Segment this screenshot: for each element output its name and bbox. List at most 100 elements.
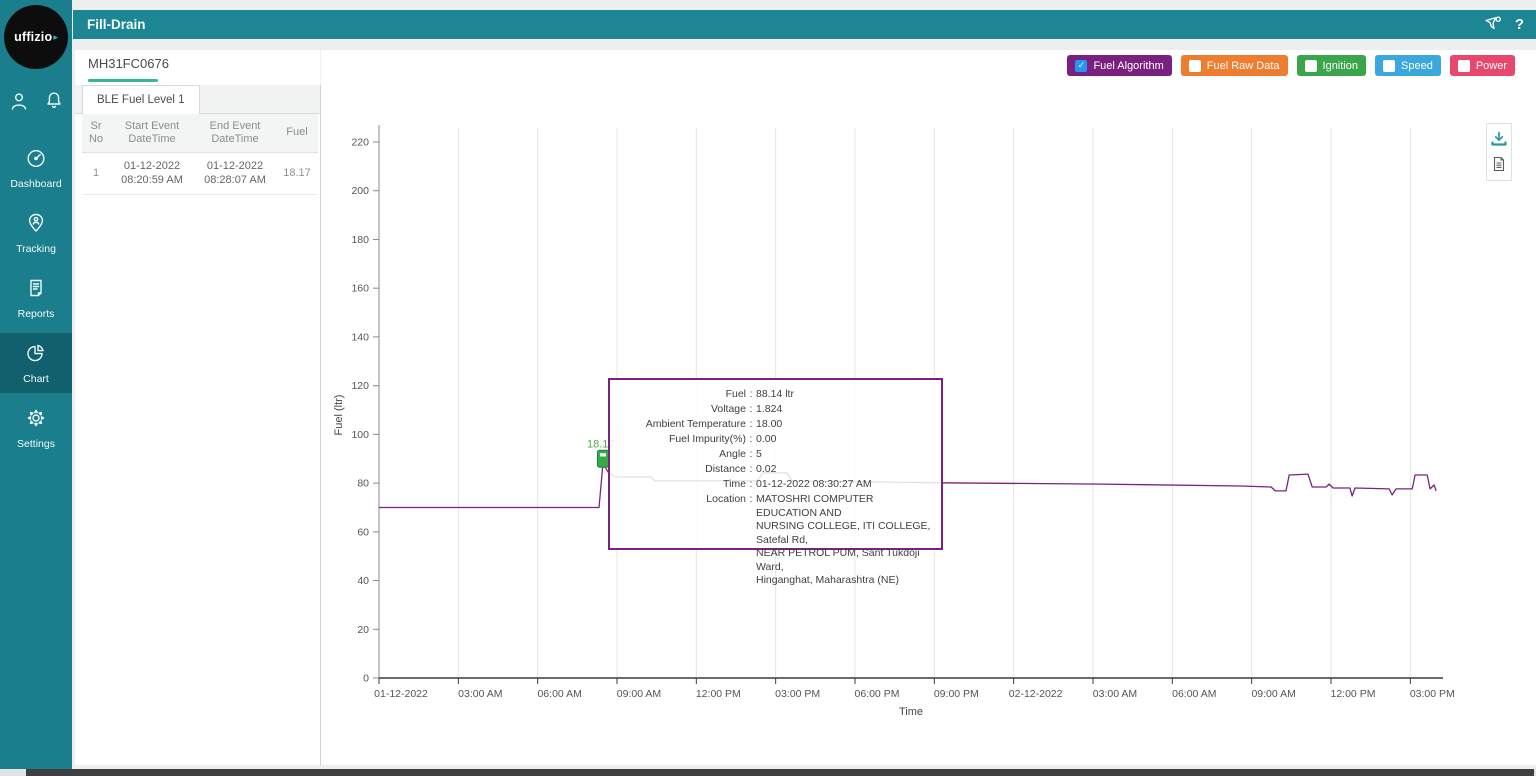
- tooltip-row: Ambient Temperature:18.00: [618, 417, 931, 432]
- x-tick-label: 06:00 AM: [1172, 688, 1216, 700]
- notifications-bell-icon[interactable]: [43, 90, 65, 117]
- tooltip-row: Angle:5: [618, 447, 931, 462]
- fill-drain-table: Sr NoStart Event DateTimeEnd Event DateT…: [82, 114, 318, 195]
- column-header: Fuel: [276, 114, 318, 152]
- tooltip-value: 88.14 ltr: [756, 387, 931, 402]
- app-logo-text: uffizio: [14, 30, 52, 44]
- x-tick-label: 12:00 PM: [696, 688, 741, 700]
- download-chart-icon[interactable]: [1490, 131, 1508, 147]
- cell-end: 01-12-2022 08:28:07 AM: [194, 152, 276, 194]
- horizontal-scrollbar-thumb[interactable]: [26, 769, 1534, 776]
- fill-event-marker-icon[interactable]: [597, 450, 608, 467]
- x-tick-label: 01-12-2022: [374, 688, 428, 700]
- tooltip-value: 1.824: [756, 402, 931, 417]
- y-tick-label: 80: [357, 478, 369, 490]
- page-title: Fill-Drain: [87, 17, 146, 32]
- sidebar-item-dashboard[interactable]: Dashboard: [0, 138, 72, 198]
- report-panel: MH31FC0676 BLE Fuel Level 1 Sr NoStart E…: [75, 50, 320, 765]
- tooltip-row: Voltage:1.824: [618, 402, 931, 417]
- vehicle-tab-underline: [88, 79, 158, 82]
- column-header: Sr No: [82, 114, 110, 152]
- checkbox-unchecked-icon: [1189, 60, 1201, 72]
- tooltip-label: Ambient Temperature: [618, 417, 746, 432]
- y-tick-label: 120: [351, 380, 369, 392]
- tooltip-value: 0.00: [756, 432, 931, 447]
- fill-event-marker-window: [600, 453, 606, 456]
- tooltip-separator: :: [746, 492, 756, 588]
- location-pin-icon: [25, 212, 47, 239]
- sidebar-item-label: Chart: [23, 373, 49, 385]
- user-icon[interactable]: [8, 90, 30, 117]
- speedometer-icon: [25, 147, 47, 174]
- app-logo[interactable]: uffizio▸: [4, 5, 68, 69]
- pie-chart-icon: [25, 342, 47, 369]
- sidebar-item-label: Settings: [17, 438, 55, 450]
- chart-export-box: [1486, 123, 1512, 181]
- x-tick-label: 03:00 AM: [1093, 688, 1137, 700]
- legend-button-speed[interactable]: Speed: [1375, 55, 1441, 76]
- legend-button-ignition[interactable]: Ignition: [1297, 55, 1366, 76]
- legend-button-power[interactable]: Power: [1450, 55, 1515, 76]
- y-tick-label: 220: [351, 136, 369, 148]
- checkbox-checked-icon: ✓: [1075, 60, 1087, 72]
- tooltip-row: Time:01-12-2022 08:30:27 AM: [618, 477, 931, 492]
- cell-start: 01-12-2022 08:20:59 AM: [110, 152, 194, 194]
- sidebar-item-label: Dashboard: [10, 178, 61, 190]
- export-report-icon[interactable]: [1491, 155, 1507, 173]
- legend-label: Fuel Algorithm: [1093, 60, 1163, 72]
- legend-label: Power: [1476, 60, 1507, 72]
- chart-panel: ✓ Fuel Algorithm Fuel Raw Data Ignition Spee…: [321, 50, 1536, 765]
- app-logo-arrow-icon: ▸: [53, 32, 58, 43]
- column-header: Start Event DateTime: [110, 114, 194, 152]
- sidebar-item-tracking[interactable]: Tracking: [0, 203, 72, 263]
- y-tick-label: 180: [351, 234, 369, 246]
- x-tick-label: 03:00 AM: [458, 688, 502, 700]
- table-header-row: Sr NoStart Event DateTimeEnd Event DateT…: [82, 114, 318, 152]
- legend-button-fuel-algorithm[interactable]: ✓ Fuel Algorithm: [1067, 55, 1171, 76]
- table-row[interactable]: 101-12-2022 08:20:59 AM01-12-2022 08:28:…: [82, 152, 318, 194]
- gear-icon: [25, 407, 47, 434]
- vehicle-tab[interactable]: MH31FC0676: [88, 56, 169, 82]
- tooltip-row: Fuel Impurity(%):0.00: [618, 432, 931, 447]
- sidebar-item-label: Tracking: [16, 243, 56, 255]
- y-tick-label: 20: [357, 624, 369, 636]
- sidebar-nav: Dashboard Tracking Reports Chart Settings: [0, 138, 72, 463]
- cell-fuel: 18.17: [276, 152, 318, 194]
- tooltip-separator: :: [746, 417, 756, 432]
- y-tick-label: 100: [351, 429, 369, 441]
- cell-sr: 1: [82, 152, 110, 194]
- chart-legend: ✓ Fuel Algorithm Fuel Raw Data Ignition Spee…: [1067, 55, 1515, 76]
- tooltip-row: Distance:0.02: [618, 462, 931, 477]
- tooltip-separator: :: [746, 432, 756, 447]
- tooltip-label: Fuel Impurity(%): [618, 432, 746, 447]
- sidebar: uffizio▸ Dashboard Tracking Reports Chart Se…: [0, 0, 72, 776]
- y-tick-label: 200: [351, 185, 369, 197]
- sidebar-item-settings[interactable]: Settings: [0, 398, 72, 458]
- x-tick-label: 12:00 PM: [1331, 688, 1376, 700]
- sidebar-item-chart[interactable]: Chart: [0, 333, 72, 393]
- tooltip-value: 0.02: [756, 462, 931, 477]
- x-tick-label: 06:00 AM: [537, 688, 581, 700]
- tooltip-label: Voltage: [618, 402, 746, 417]
- column-header: End Event DateTime: [194, 114, 276, 152]
- tooltip-separator: :: [746, 447, 756, 462]
- x-tick-label: 09:00 AM: [617, 688, 661, 700]
- legend-button-fuel-raw-data[interactable]: Fuel Raw Data: [1181, 55, 1288, 76]
- report-document-icon: [25, 277, 47, 304]
- panel-divider: [320, 85, 321, 765]
- tooltip-separator: :: [746, 462, 756, 477]
- page-header: Fill-Drain ?: [73, 10, 1536, 39]
- tooltip-label: Angle: [618, 447, 746, 462]
- sensor-tab-strip: BLE Fuel Level 1: [75, 85, 320, 114]
- legend-label: Speed: [1401, 60, 1433, 72]
- help-icon[interactable]: ?: [1515, 16, 1524, 33]
- vehicle-name: MH31FC0676: [88, 56, 169, 71]
- sidebar-item-label: Reports: [18, 308, 55, 320]
- y-tick-label: 140: [351, 331, 369, 343]
- tab-ble-fuel-level-1[interactable]: BLE Fuel Level 1: [82, 85, 200, 114]
- tooltip-value: MATOSHRI COMPUTER EDUCATION AND NURSING …: [756, 492, 931, 588]
- filter-settings-icon[interactable]: [1483, 15, 1503, 34]
- sidebar-item-reports[interactable]: Reports: [0, 268, 72, 328]
- checkbox-unchecked-icon: [1383, 60, 1395, 72]
- y-tick-label: 160: [351, 283, 369, 295]
